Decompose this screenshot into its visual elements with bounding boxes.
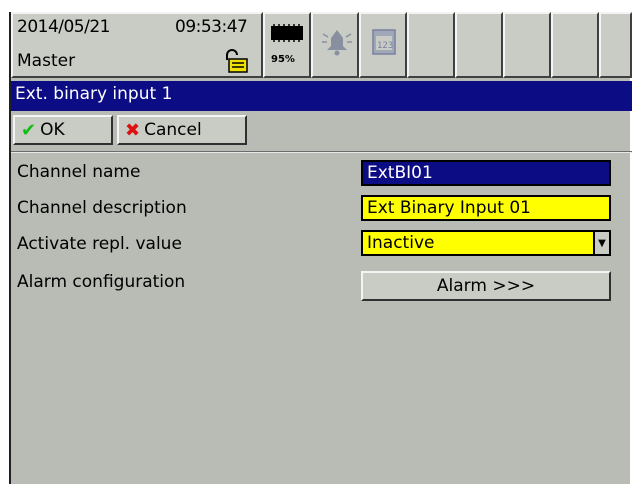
status-header: 2014/05/21 09:53:47 Master 95% 123 — [11, 12, 632, 78]
toolbar: ✔ OK ✖ Cancel — [11, 112, 632, 150]
alarm-button[interactable]: Alarm >>> — [361, 271, 611, 301]
ok-button[interactable]: ✔ OK — [13, 115, 113, 145]
header-slot-empty — [407, 12, 455, 78]
ok-button-label: OK — [40, 120, 65, 140]
page-title: Ext. binary input 1 — [11, 81, 632, 111]
memory-card-icon[interactable]: 95% — [263, 12, 311, 78]
channel-name-label: Channel name — [17, 162, 141, 182]
divider — [11, 151, 632, 153]
channel-description-field[interactable]: Ext Binary Input 01 — [361, 195, 611, 221]
time-display: 09:53:47 — [175, 17, 248, 37]
channel-name-field[interactable]: ExtBI01 — [361, 160, 611, 186]
header-slot-empty — [599, 12, 632, 78]
activate-repl-value-select[interactable]: Inactive ▼ — [361, 230, 611, 256]
lock-open-icon[interactable] — [221, 48, 251, 74]
close-icon: ✖ — [125, 119, 141, 141]
user-display: Master — [17, 51, 76, 71]
header-slot-empty — [503, 12, 551, 78]
chevron-down-icon[interactable]: ▼ — [593, 232, 609, 254]
status-box: 2014/05/21 09:53:47 Master — [11, 12, 263, 78]
cancel-button-label: Cancel — [144, 120, 202, 140]
date-display: 2014/05/21 — [17, 17, 110, 37]
calendar-icon[interactable]: 123 — [359, 12, 407, 78]
activate-repl-value-label: Activate repl. value — [17, 234, 182, 254]
header-slot-empty — [455, 12, 503, 78]
activate-repl-value-selected: Inactive — [367, 233, 435, 253]
svg-text:123: 123 — [377, 41, 393, 51]
checkmark-icon: ✔ — [21, 119, 37, 141]
channel-description-label: Channel description — [17, 198, 187, 218]
alarm-bell-icon[interactable] — [311, 12, 359, 78]
memory-percent: 95% — [271, 54, 295, 65]
cancel-button[interactable]: ✖ Cancel — [117, 115, 247, 145]
alarm-configuration-label: Alarm configuration — [17, 272, 186, 292]
device-screen: 2014/05/21 09:53:47 Master 95% 123 Ext. … — [9, 12, 632, 484]
header-slot-empty — [551, 12, 599, 78]
